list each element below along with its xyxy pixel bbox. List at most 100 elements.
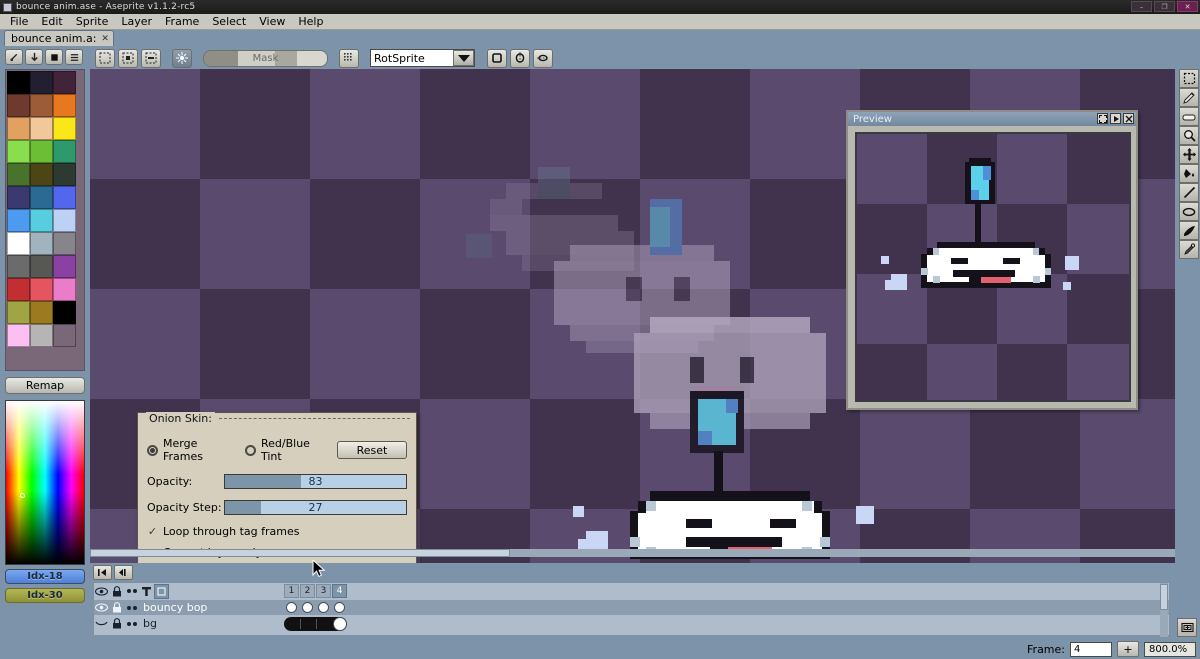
palette-swatch-24[interactable] <box>7 255 30 278</box>
chevron-down-icon[interactable] <box>453 50 474 66</box>
expand-icon[interactable] <box>1097 113 1108 124</box>
maximize-button[interactable]: ❐ <box>1154 1 1175 12</box>
palette-swatch-27[interactable] <box>7 278 30 301</box>
cell-f3[interactable] <box>316 601 331 615</box>
palette-swatch-1[interactable] <box>30 71 53 94</box>
continuous-icon[interactable] <box>124 584 139 599</box>
frame-number-4[interactable]: 4 <box>332 584 347 598</box>
timeline-layer-row-bouncy-bop[interactable]: bouncy bop <box>94 600 1169 615</box>
layer-name-bg[interactable]: bg <box>143 617 157 630</box>
add-selection-button[interactable] <box>118 49 138 68</box>
palette-swatch-30[interactable] <box>7 301 30 324</box>
palette-sort-icon[interactable] <box>25 49 43 65</box>
red-blue-tint-radio[interactable] <box>245 445 256 456</box>
opacity-slider[interactable]: 83 <box>224 474 407 489</box>
palette-swatch-32[interactable] <box>53 301 76 324</box>
palette-swatch-5[interactable] <box>53 94 76 117</box>
frame-number-3[interactable]: 3 <box>316 584 331 598</box>
palette-swatch-14[interactable] <box>53 163 76 186</box>
close-icon[interactable] <box>1123 113 1134 124</box>
move-icon[interactable] <box>1179 145 1199 164</box>
cell-f1[interactable] <box>284 601 299 615</box>
palette-swatch-17[interactable] <box>53 186 76 209</box>
palette-swatch-12[interactable] <box>7 163 30 186</box>
timeline-vertical-scrollbar[interactable] <box>1160 583 1168 637</box>
minimize-button[interactable]: – <box>1131 1 1152 12</box>
ellipse-icon[interactable] <box>1179 202 1199 221</box>
layer-continuous-icon[interactable] <box>124 600 139 615</box>
palette-swatch-23[interactable] <box>53 232 76 255</box>
go-previous-frame-button[interactable] <box>114 565 133 580</box>
palette-swatch-10[interactable] <box>30 140 53 163</box>
layer-cells-bg[interactable] <box>284 617 347 631</box>
timeline-layer-row-bg[interactable]: bg <box>94 616 1169 631</box>
palette-swatch-16[interactable] <box>30 186 53 209</box>
remap-button[interactable]: Remap <box>5 377 85 394</box>
fit-screen-button[interactable] <box>1177 618 1197 637</box>
palette-swatch-31[interactable] <box>30 301 53 324</box>
preview-canvas[interactable] <box>855 132 1131 402</box>
palette-swatch-35[interactable] <box>53 324 76 347</box>
pivot-custom-button[interactable] <box>533 49 553 68</box>
scrollbar-thumb[interactable] <box>90 549 510 557</box>
palette-swatch-0[interactable] <box>7 71 30 94</box>
palette-swatch-19[interactable] <box>30 209 53 232</box>
palette-swatch-18[interactable] <box>7 209 30 232</box>
tab-close-icon[interactable]: ✕ <box>101 34 109 44</box>
layer-name-bouncy-bop[interactable]: bouncy bop <box>143 601 207 614</box>
menu-file[interactable]: File <box>4 14 34 29</box>
subtract-selection-button[interactable] <box>141 49 161 68</box>
eyedropper-icon[interactable] <box>1179 240 1199 259</box>
menu-select[interactable]: Select <box>206 14 252 29</box>
magnifier-icon[interactable] <box>1179 126 1199 145</box>
pencil-icon[interactable] <box>1179 88 1199 107</box>
menu-layer[interactable]: Layer <box>115 14 158 29</box>
frame-input[interactable]: 4 <box>1070 642 1112 657</box>
cell-bg-f4[interactable] <box>333 617 347 631</box>
line-icon[interactable] <box>1179 183 1199 202</box>
paint-bucket-icon[interactable] <box>1179 164 1199 183</box>
palette-swatch-26[interactable] <box>53 255 76 278</box>
palette-swatch-13[interactable] <box>30 163 53 186</box>
palette-swatch-29[interactable] <box>53 278 76 301</box>
opacity-step-slider[interactable]: 27 <box>224 500 407 515</box>
pivot-default-button[interactable] <box>487 49 507 68</box>
palette-swatch-4[interactable] <box>30 94 53 117</box>
layer-hidden-icon[interactable] <box>94 616 109 631</box>
palette-swatch-2[interactable] <box>53 71 76 94</box>
play-icon[interactable] <box>1110 113 1121 124</box>
layer-lock-icon-bg[interactable] <box>109 616 124 631</box>
palette-swatch-34[interactable] <box>30 324 53 347</box>
merge-frames-radio[interactable] <box>147 445 158 456</box>
onion-skin-icon[interactable] <box>154 584 169 599</box>
eye-icon[interactable] <box>94 584 109 599</box>
palette-swatch-21[interactable] <box>7 232 30 255</box>
pivot-center-button[interactable] <box>510 49 530 68</box>
palette-swatch-20[interactable] <box>53 209 76 232</box>
eraser-icon[interactable] <box>1179 107 1199 126</box>
menu-help[interactable]: Help <box>292 14 329 29</box>
palette-fill-icon[interactable] <box>45 49 63 65</box>
magic-wand-button[interactable] <box>172 49 192 68</box>
blur-icon[interactable] <box>1179 221 1199 240</box>
cell-f2[interactable] <box>300 601 315 615</box>
palette-swatch-7[interactable] <box>30 117 53 140</box>
add-frame-button[interactable]: + <box>1117 641 1139 657</box>
menu-sprite[interactable]: Sprite <box>70 14 115 29</box>
lock-icon[interactable] <box>109 584 124 599</box>
cell-f4[interactable] <box>332 601 347 615</box>
color-picker-gradient[interactable] <box>5 400 85 565</box>
pixel-perfect-button[interactable] <box>339 49 359 68</box>
palette-swatch-22[interactable] <box>30 232 53 255</box>
loop-tag-frames-checkbox[interactable]: ✓ <box>147 526 158 537</box>
frame-number-2[interactable]: 2 <box>300 584 315 598</box>
palette-swatch-9[interactable] <box>7 140 30 163</box>
menu-edit[interactable]: Edit <box>35 14 68 29</box>
timeline-body[interactable]: 1 2 3 4 bouncy bop <box>93 582 1170 636</box>
palette-swatch-3[interactable] <box>7 94 30 117</box>
replace-selection-button[interactable] <box>95 49 115 68</box>
mask-slider[interactable]: Mask <box>203 50 328 67</box>
palette-grid[interactable] <box>7 71 76 347</box>
palette-menu-icon[interactable] <box>65 49 83 65</box>
reset-button[interactable]: Reset <box>337 441 407 459</box>
